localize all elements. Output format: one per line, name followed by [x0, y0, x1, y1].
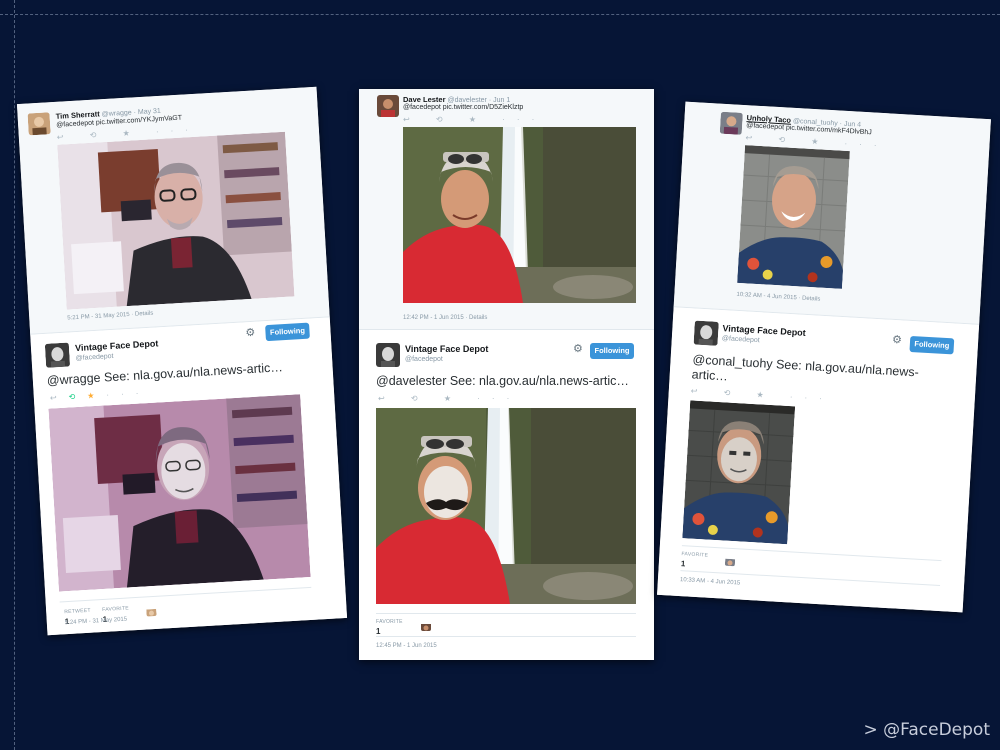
tweet-timestamp[interactable]: 5:21 PM - 31 May 2015 · Details: [67, 311, 153, 322]
author-handle: @facedepot: [721, 335, 760, 345]
reply-tweet: Vintage Face Depot @facedepot ⚙ Followin…: [359, 330, 654, 660]
author-handle: @facedepot: [75, 352, 114, 363]
tweet-card-davelester: Dave Lester @davelester · Jun 1 @facedep…: [359, 89, 654, 660]
guide-line-top: [0, 14, 1000, 15]
reply-tweet: Vintage Face Depot @facedepot ⚙ Followin…: [30, 317, 348, 636]
tweet-actions-icon[interactable]: ↩ ⟲ ★ ···: [403, 115, 546, 124]
divider: [59, 586, 312, 603]
reply-icon[interactable]: ↩: [50, 393, 69, 403]
avatar[interactable]: [376, 343, 400, 367]
tweet-text: @facedepot pic.twitter.com/D5ZieKlztp: [403, 104, 524, 111]
more-icon[interactable]: ···: [106, 388, 150, 400]
reply-timestamp[interactable]: 10:33 AM - 4 Jun 2015: [680, 577, 741, 586]
avatar[interactable]: [719, 111, 743, 135]
guide-line-left: [14, 0, 15, 750]
author-name[interactable]: Vintage Face Depot: [405, 344, 488, 354]
following-button[interactable]: Following: [265, 322, 310, 342]
favorite-count-label: FAVORITE: [376, 619, 403, 625]
favorite-count-label: FAVORITE: [102, 605, 130, 614]
reply-tweet: Vintage Face Depot @facedepot ⚙ Followin…: [657, 307, 980, 613]
original-tweet: Dave Lester @davelester · Jun 1 @facedep…: [359, 89, 654, 330]
avatar[interactable]: [44, 342, 71, 368]
tweet-timestamp[interactable]: 10:32 AM - 4 Jun 2015 · Details: [736, 292, 820, 303]
reply-actions-icon[interactable]: ↩⟲★···: [50, 388, 151, 403]
avatar[interactable]: [421, 621, 431, 631]
author-handle: @facedepot: [405, 356, 443, 363]
reply-photo[interactable]: [376, 408, 636, 604]
tweet-photo[interactable]: [57, 131, 295, 310]
gear-icon[interactable]: ⚙: [892, 333, 903, 347]
tweet-photo[interactable]: [403, 127, 636, 303]
favorite-icon[interactable]: ★: [87, 390, 107, 400]
divider: [376, 636, 636, 637]
retweet-count-label: RETWEET: [64, 607, 91, 616]
author-handle-date: @davelester · Jun 1: [447, 97, 511, 104]
following-button[interactable]: Following: [590, 343, 634, 359]
tweet-photo[interactable]: [737, 145, 850, 289]
reply-actions-icon[interactable]: ↩ ⟲ ★ ···: [378, 394, 521, 403]
following-button[interactable]: Following: [909, 335, 955, 355]
reply-text: @davelester See: nla.gov.au/nla.news-art…: [376, 374, 629, 388]
favorite-count[interactable]: 1: [681, 559, 686, 568]
reply-photo[interactable]: [682, 400, 796, 545]
reply-text: @wragge See: nla.gov.au/nla.news-artic…: [46, 360, 284, 388]
gear-icon[interactable]: ⚙: [245, 326, 256, 340]
avatar[interactable]: [377, 95, 399, 117]
avatar[interactable]: [27, 112, 51, 136]
author-name[interactable]: Dave Lester: [403, 95, 446, 104]
favorite-count[interactable]: 1: [376, 627, 380, 636]
tweet-card-wragge: Tim Sherratt @wragge · May 31 @facedepot…: [16, 86, 348, 636]
retweet-icon[interactable]: ⟲: [68, 392, 87, 402]
original-tweet: Tim Sherratt @wragge · May 31 @facedepot…: [16, 86, 330, 335]
original-tweet: Unholy Taco @conal_tuohy · Jun 4 @facede…: [673, 101, 991, 325]
avatar[interactable]: [724, 556, 736, 567]
divider: [681, 545, 942, 562]
tweet-timestamp[interactable]: 12:42 PM - 1 Jun 2015 · Details: [403, 315, 487, 321]
tweet-card-conal-tuohy: Unholy Taco @conal_tuohy · Jun 4 @facede…: [657, 101, 991, 613]
gear-icon[interactable]: ⚙: [573, 342, 583, 355]
reply-text-line-2: artic…: [691, 367, 729, 384]
author-name[interactable]: Vintage Face Depot: [75, 338, 159, 353]
favorite-count-label: FAVORITE: [681, 551, 709, 559]
avatar[interactable]: [146, 606, 157, 617]
divider: [376, 613, 636, 614]
reply-photo[interactable]: [48, 394, 311, 592]
reply-timestamp[interactable]: 12:45 PM - 1 Jun 2015: [376, 643, 437, 649]
facedepot-footer-label: > @FaceDepot: [863, 720, 991, 740]
avatar[interactable]: [693, 320, 719, 346]
